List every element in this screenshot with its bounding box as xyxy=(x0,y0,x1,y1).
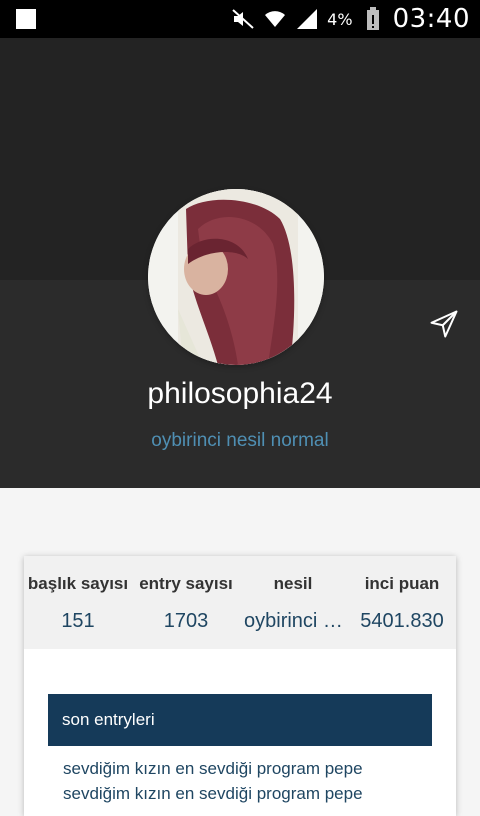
list-item[interactable]: sevdiğim kızın en sevdiği program pepe xyxy=(48,756,432,781)
stat-label: başlık sayısı xyxy=(27,574,129,593)
list-item[interactable]: sevdiğim kızın en sevdiği program pepe xyxy=(48,781,432,806)
entry-list: sevdiğim kızın en sevdiği program pepe s… xyxy=(48,756,432,806)
battery-icon xyxy=(361,7,385,31)
user-generation-link[interactable]: oybirinci nesil normal xyxy=(0,430,480,452)
status-icons: 4% 03:40 xyxy=(231,0,470,38)
send-message-button[interactable] xyxy=(426,306,462,342)
stat-label: entry sayısı xyxy=(139,574,233,593)
stat-generation: nesil oybirinci nesil normal xyxy=(240,556,346,649)
wifi-icon xyxy=(263,7,287,31)
stat-value: 1703 xyxy=(163,610,209,632)
stat-topic-count: başlık sayısı 151 xyxy=(24,556,132,649)
stat-value: oybirinci nesil normal xyxy=(244,610,346,632)
stats-row: başlık sayısı 151 entry sayısı 1703 nesi… xyxy=(24,556,456,649)
status-bar: 4% 03:40 xyxy=(0,0,480,38)
stat-entry-count: entry sayısı 1703 xyxy=(132,556,240,649)
stat-value: 151 xyxy=(61,610,95,632)
username: philosophia24 xyxy=(147,377,333,410)
mute-icon xyxy=(231,7,255,31)
notification-icon xyxy=(16,9,36,29)
clock: 03:40 xyxy=(392,4,470,34)
recent-entries-header: son entryleri xyxy=(48,694,432,746)
stat-value: 5401.830 xyxy=(360,610,444,632)
stat-score: inci puan 5401.830 xyxy=(348,556,456,649)
signal-icon xyxy=(295,7,319,31)
avatar[interactable] xyxy=(148,189,324,365)
send-icon xyxy=(430,310,458,338)
stat-label: nesil xyxy=(273,574,313,593)
battery-percent: 4% xyxy=(327,9,353,29)
profile-card: başlık sayısı 151 entry sayısı 1703 nesi… xyxy=(24,556,456,816)
stat-label: inci puan xyxy=(364,574,440,593)
